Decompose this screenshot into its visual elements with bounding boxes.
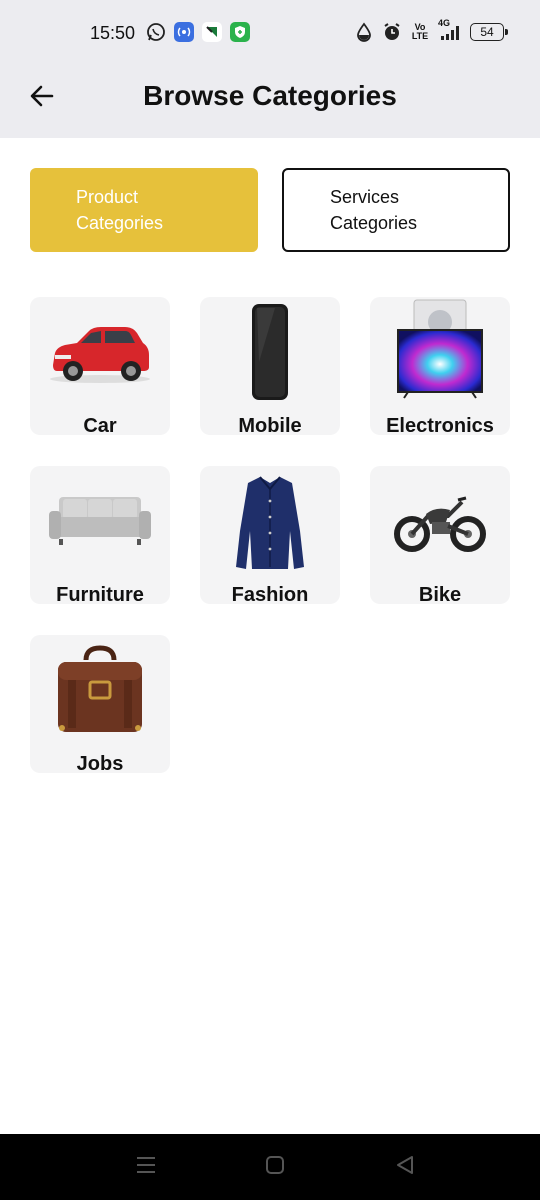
category-label: Fashion	[231, 584, 309, 606]
data-saver-icon	[354, 22, 374, 42]
page-title: Browse Categories	[143, 80, 397, 111]
category-label: Bike	[418, 584, 462, 606]
system-nav-bar	[0, 1134, 540, 1200]
category-card-bike[interactable]: Bike	[370, 466, 510, 606]
furniture-image	[30, 466, 170, 576]
tab-product-categories[interactable]: Product Categories	[30, 168, 258, 252]
tab-label: Product Categories	[76, 187, 164, 233]
alarm-icon	[382, 22, 402, 42]
whatsapp-icon	[146, 22, 166, 42]
signal-icon: 4G	[438, 18, 462, 42]
category-label: Electronics	[386, 415, 494, 437]
system-back-button[interactable]	[390, 1154, 420, 1180]
fashion-image	[200, 466, 340, 576]
category-card-fashion[interactable]: Fashion	[200, 466, 340, 606]
menu-icon	[135, 1154, 157, 1181]
hotspot-icon	[174, 22, 194, 42]
electronics-image	[370, 297, 510, 407]
notification-icon	[202, 22, 222, 42]
home-button[interactable]	[260, 1154, 290, 1180]
status-right-icons: Vo LTE 4G 54	[354, 18, 508, 42]
category-card-car[interactable]: Car	[30, 297, 170, 437]
recent-apps-button[interactable]	[131, 1154, 161, 1180]
category-label: Furniture	[56, 584, 144, 606]
shield-icon	[230, 22, 250, 42]
category-card-jobs[interactable]: Jobs	[30, 635, 170, 775]
category-card-furniture[interactable]: Furniture	[30, 466, 170, 606]
category-label: Mobile	[238, 415, 302, 437]
bike-image	[370, 466, 510, 576]
mobile-image	[200, 297, 340, 407]
tab-services-categories[interactable]: Services Categories	[282, 168, 510, 252]
status-bar: 15:50 Vo LTE 4G 54	[0, 0, 540, 68]
car-image	[30, 297, 170, 407]
network-type-label: 4G	[438, 18, 451, 28]
battery-icon: 54	[470, 23, 508, 41]
tab-label: Services Categories	[330, 187, 418, 233]
category-label: Car	[83, 415, 117, 437]
back-icon	[394, 1154, 416, 1181]
volte-icon: Vo LTE	[411, 22, 429, 41]
category-card-electronics[interactable]: Electronics	[370, 297, 510, 437]
app-header: Browse Categories	[0, 68, 540, 138]
jobs-image	[30, 635, 170, 745]
status-left-icons	[146, 22, 250, 42]
category-label: Jobs	[76, 753, 124, 775]
category-card-mobile[interactable]: Mobile	[200, 297, 340, 437]
status-time: 15:50	[90, 23, 136, 43]
home-icon	[264, 1154, 286, 1181]
